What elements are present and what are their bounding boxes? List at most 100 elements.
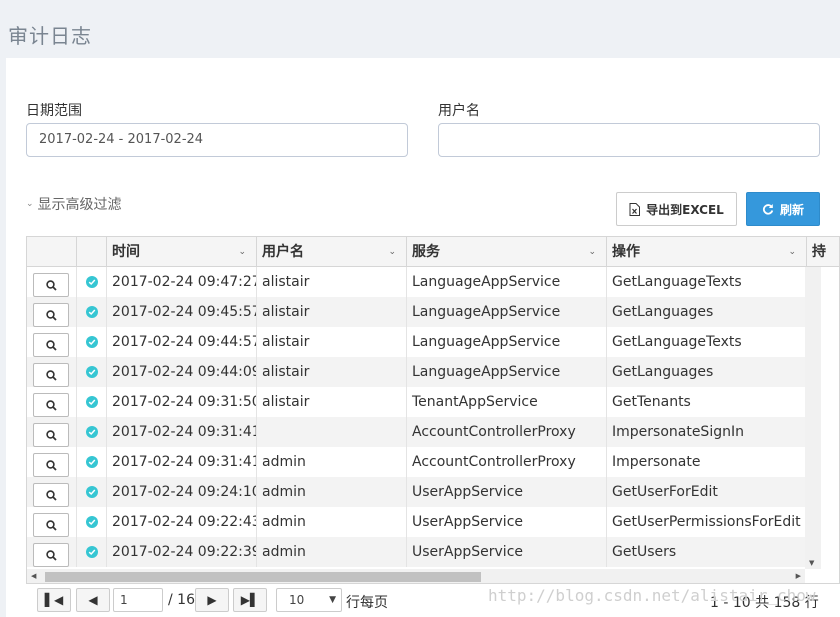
view-details-button[interactable] — [33, 363, 69, 387]
col-header-user[interactable]: 用户名 ⌄ — [257, 237, 407, 267]
row-time: 2017-02-24 09:22:39 — [107, 537, 257, 567]
view-details-button[interactable] — [33, 483, 69, 507]
row-action: Impersonate — [612, 454, 701, 470]
row-view-cell — [27, 447, 77, 477]
col-header-time[interactable]: 时间 ⌄ — [107, 237, 257, 267]
view-details-button[interactable] — [33, 513, 69, 537]
col-header-status — [77, 237, 107, 267]
row-service: UserAppService — [407, 477, 607, 507]
first-page-icon: ▌◀ — [44, 593, 64, 607]
search-icon — [45, 399, 57, 411]
row-user: alistair — [257, 357, 407, 387]
export-excel-label: 导出到EXCEL — [646, 202, 724, 217]
row-status-cell — [77, 477, 107, 507]
col-header-service-label: 服务 — [412, 244, 440, 260]
chevron-down-icon[interactable]: ⌄ — [388, 237, 396, 267]
row-user: admin — [257, 447, 407, 477]
row-user: admin — [257, 537, 407, 567]
chevron-down-icon: ⌄ — [26, 199, 34, 209]
scroll-right-icon[interactable]: ▶ — [796, 572, 801, 580]
row-user: alistair — [257, 327, 407, 357]
row-view-cell — [27, 327, 77, 357]
search-icon — [45, 549, 57, 561]
col-header-duration[interactable]: 持 — [807, 237, 839, 267]
file-excel-icon — [629, 202, 641, 216]
row-service: UserAppService — [407, 507, 607, 537]
row-service: LanguageAppService — [407, 267, 607, 297]
table-row: 2017-02-24 09:31:50 alistair TenantAppServ… — [27, 387, 805, 417]
last-page-icon: ▶▌ — [240, 593, 260, 607]
row-action: GetLanguageTexts — [612, 334, 742, 350]
row-status-cell — [77, 417, 107, 447]
advanced-filter-toggle[interactable]: ⌄ 显示高级过滤 — [26, 194, 122, 214]
row-action: GetUsers — [612, 544, 677, 560]
row-view-cell — [27, 357, 77, 387]
search-icon — [45, 309, 57, 321]
chevron-down-icon[interactable]: ⌄ — [588, 237, 596, 267]
row-time: 2017-02-24 09:44:57 — [107, 327, 257, 357]
chevron-down-icon[interactable]: ⌄ — [788, 237, 796, 267]
row-view-cell — [27, 507, 77, 537]
table-row: 2017-02-24 09:44:57 alistair LanguageAppSe… — [27, 327, 805, 357]
row-user: alistair — [257, 297, 407, 327]
view-details-button[interactable] — [33, 333, 69, 357]
chevron-down-icon[interactable]: ⌄ — [238, 237, 246, 267]
view-details-button[interactable] — [33, 453, 69, 477]
vertical-scrollbar[interactable]: ▲ ▼ — [805, 267, 821, 569]
last-page-button[interactable]: ▶▌ — [233, 588, 267, 612]
username-input[interactable] — [438, 123, 820, 157]
row-service: LanguageAppService — [407, 327, 607, 357]
table-row: 2017-02-24 09:31:41 admin AccountControlle… — [27, 447, 805, 477]
row-user — [257, 417, 407, 447]
row-time: 2017-02-24 09:22:43 — [107, 507, 257, 537]
row-view-cell — [27, 417, 77, 447]
vertical-scroll-thumb[interactable] — [808, 270, 818, 546]
row-view-cell — [27, 537, 77, 567]
row-status-cell — [77, 387, 107, 417]
next-page-button[interactable]: ▶ — [195, 588, 229, 612]
view-details-button[interactable] — [33, 303, 69, 327]
refresh-button[interactable]: 刷新 — [746, 192, 820, 226]
refresh-icon — [762, 204, 774, 215]
first-page-button[interactable]: ▌◀ — [37, 588, 71, 612]
row-status-cell — [77, 507, 107, 537]
table-header: 时间 ⌄ 用户名 ⌄ 服务 ⌄ 操作 ⌄ 持 — [27, 237, 839, 267]
table-body: 2017-02-24 09:47:27 alistair LanguageAppSe… — [27, 267, 805, 567]
col-header-action[interactable]: 操作 ⌄ — [607, 237, 807, 267]
row-view-cell — [27, 267, 77, 297]
username-label: 用户名 — [438, 103, 480, 119]
search-icon — [45, 369, 57, 381]
scroll-left-icon[interactable]: ◀ — [31, 572, 36, 580]
row-status-cell — [77, 447, 107, 477]
page-number-input[interactable]: 1 — [113, 588, 163, 612]
page-size-select[interactable]: 10 ▼ — [276, 588, 342, 612]
view-details-button[interactable] — [33, 543, 69, 567]
row-time: 2017-02-24 09:31:41 — [107, 417, 257, 447]
row-view-cell — [27, 297, 77, 327]
table-row: 2017-02-24 09:22:43 admin UserAppService Ge… — [27, 507, 805, 537]
date-range-input[interactable]: 2017-02-24 - 2017-02-24 — [26, 123, 408, 157]
view-details-button[interactable] — [33, 393, 69, 417]
prev-page-icon: ◀ — [88, 593, 98, 607]
success-check-icon — [86, 546, 98, 558]
row-action: GetLanguages — [612, 364, 714, 380]
scroll-down-icon[interactable]: ▼ — [809, 559, 814, 567]
horizontal-scrollbar[interactable]: ◀ ▶ — [27, 569, 805, 583]
row-time: 2017-02-24 09:24:10 — [107, 477, 257, 507]
col-header-service[interactable]: 服务 ⌄ — [407, 237, 607, 267]
page-size-value: 10 — [289, 593, 305, 607]
view-details-button[interactable] — [33, 423, 69, 447]
table-row: 2017-02-24 09:47:27 alistair LanguageAppSe… — [27, 267, 805, 297]
prev-page-button[interactable]: ◀ — [76, 588, 110, 612]
success-check-icon — [86, 456, 98, 468]
view-details-button[interactable] — [33, 273, 69, 297]
dropdown-caret-icon: ▼ — [329, 595, 336, 605]
row-status-cell — [77, 537, 107, 567]
export-excel-button[interactable]: 导出到EXCEL — [616, 192, 737, 226]
content-panel: 日期范围 2017-02-24 - 2017-02-24 用户名 ⌄ 显示高级过… — [6, 58, 840, 617]
audit-log-table: 时间 ⌄ 用户名 ⌄ 服务 ⌄ 操作 ⌄ 持 2017-02-24 09:47:… — [26, 236, 840, 584]
row-action: GetLanguages — [612, 304, 714, 320]
horizontal-scroll-thumb[interactable] — [45, 572, 481, 582]
row-user: alistair — [257, 387, 407, 417]
advanced-filter-label: 显示高级过滤 — [37, 197, 122, 213]
